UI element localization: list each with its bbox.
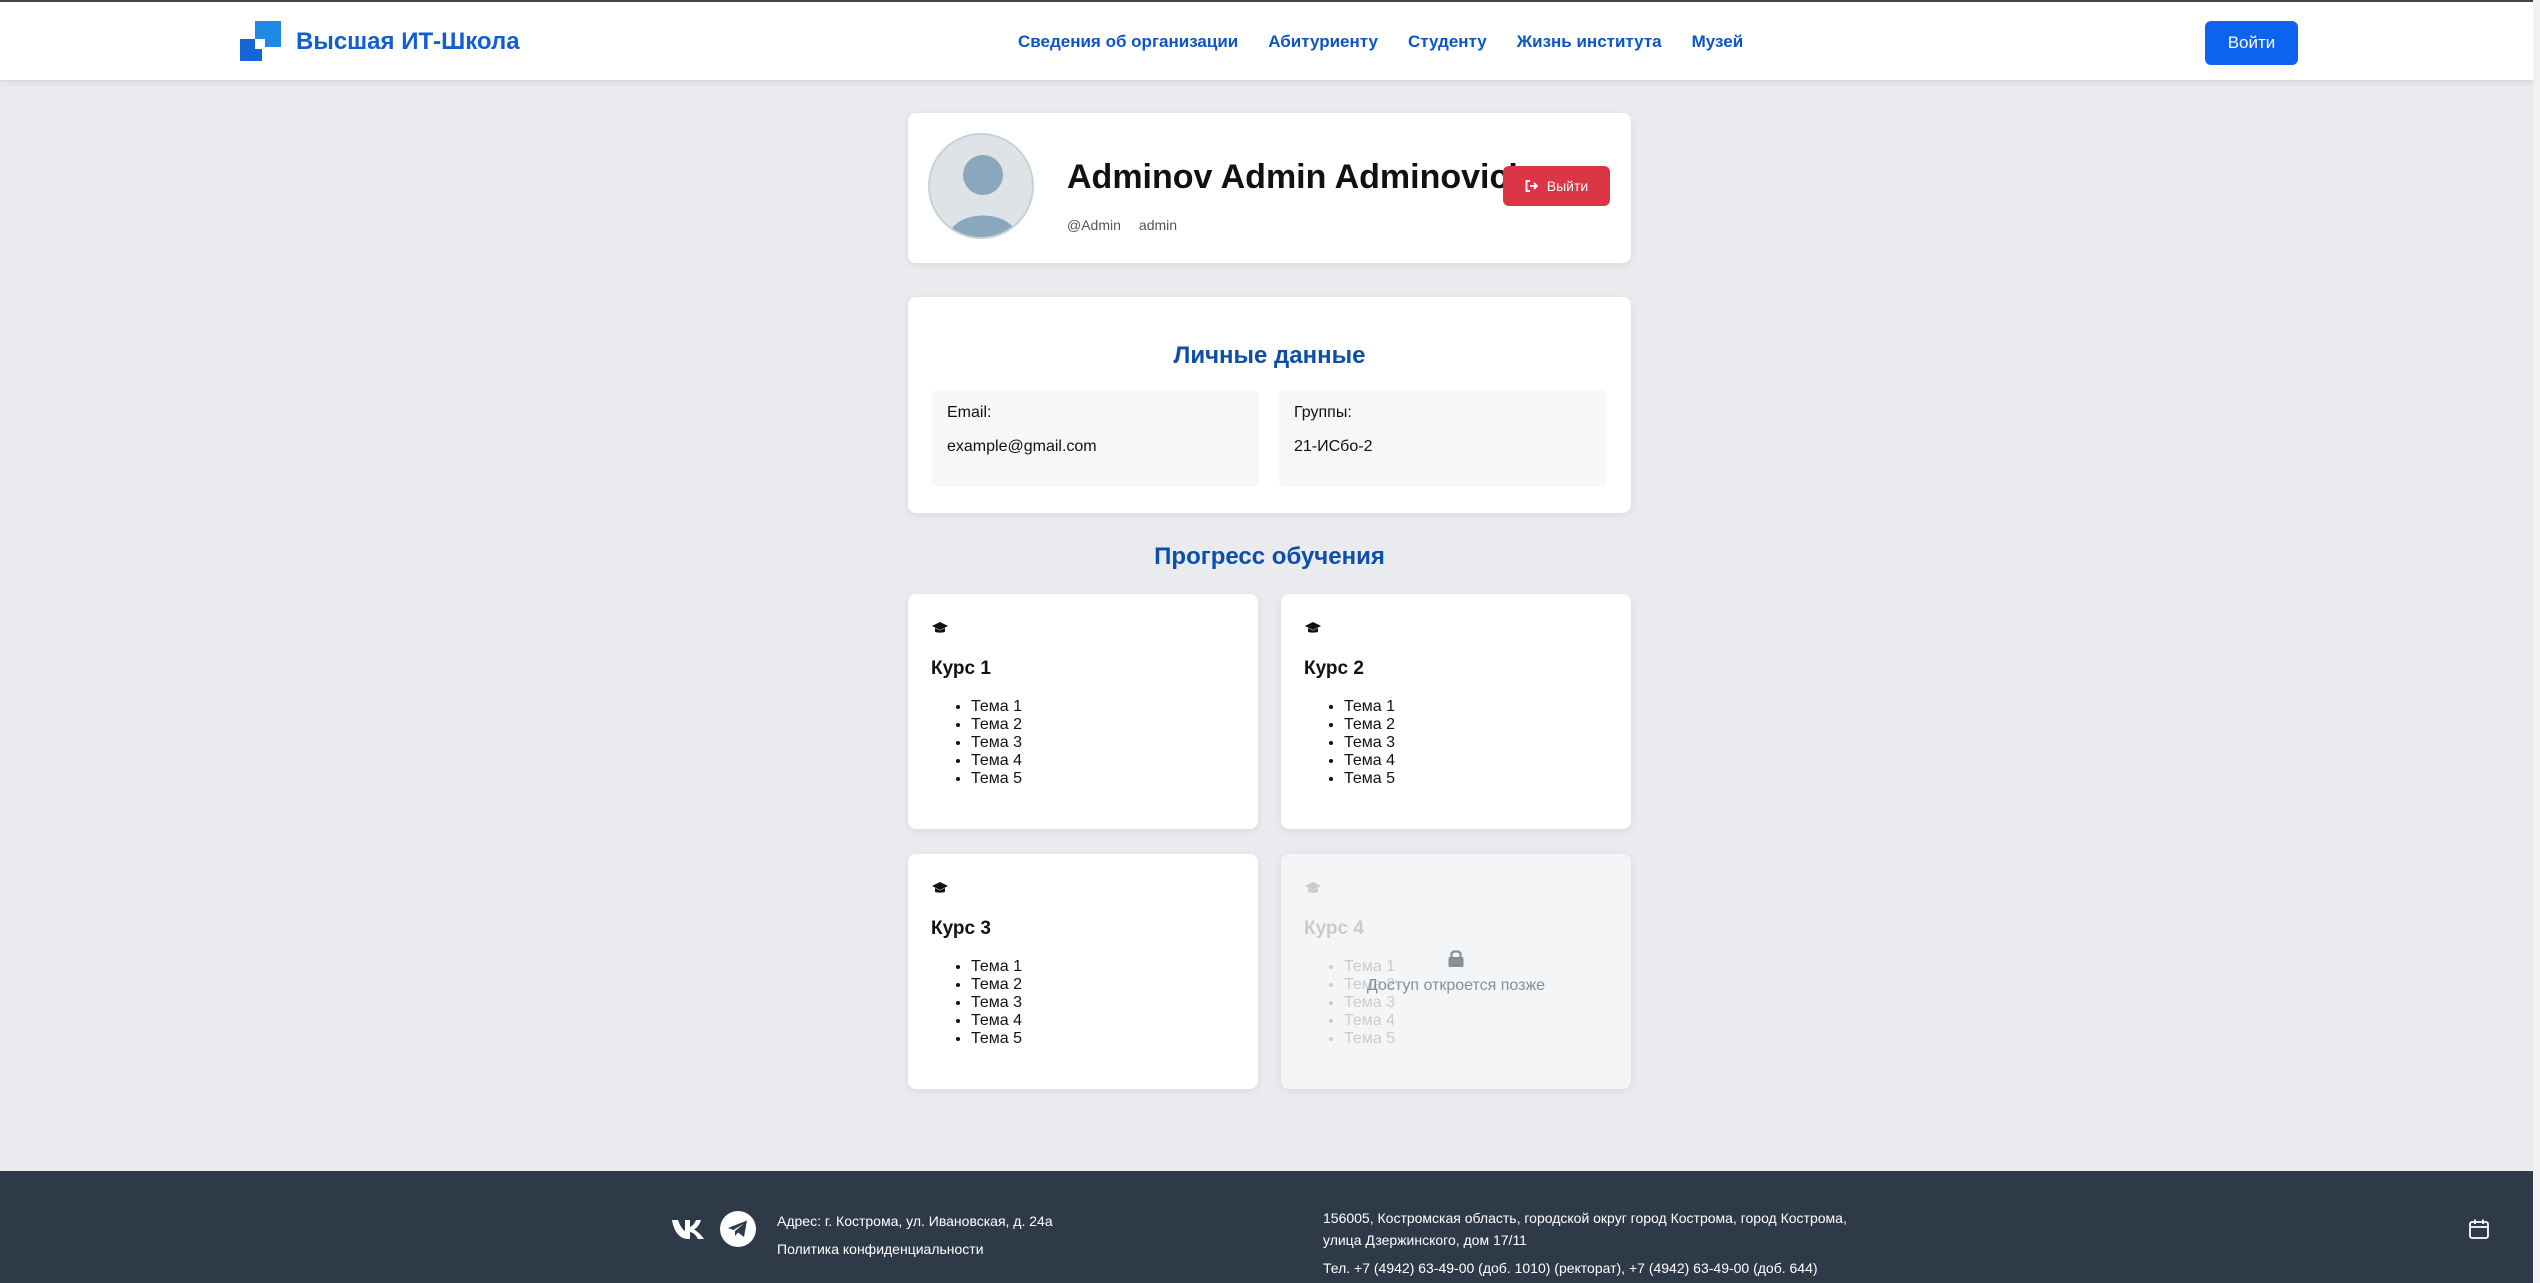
- topic-item[interactable]: Тема 1: [1344, 698, 1395, 716]
- locked-message: Доступ откроется позже: [1366, 977, 1546, 994]
- profile-name: Adminov Admin Adminovich: [1067, 158, 1530, 196]
- site-logo[interactable]: Высшая ИТ-Школа: [240, 21, 520, 63]
- nav-item-museum[interactable]: Музей: [1692, 32, 1744, 52]
- email-box: Email: example@gmail.com: [932, 390, 1259, 487]
- topic-item: Тема 4: [1344, 1012, 1395, 1030]
- topic-list: Тема 1 Тема 2 Тема 3 Тема 4 Тема 5: [1344, 698, 1395, 788]
- lock-overlay: Доступ откроется позже: [1281, 948, 1631, 995]
- topic-item[interactable]: Тема 3: [971, 994, 1022, 1012]
- profile-meta: @Admin admin: [1067, 217, 1177, 233]
- groups-box: Группы: 21-ИСбо-2: [1279, 390, 1606, 487]
- vk-icon[interactable]: [670, 1211, 706, 1247]
- course-card[interactable]: Курс 3 Тема 1 Тема 2 Тема 3 Тема 4 Тема …: [908, 854, 1258, 1089]
- course-title: Курс 2: [1304, 658, 1364, 679]
- topic-item[interactable]: Тема 1: [971, 698, 1022, 716]
- footer-address: Адрес: г. Кострома, ул. Ивановская, д. 2…: [777, 1213, 1053, 1229]
- graduation-cap-icon: [1305, 882, 1321, 893]
- user-silhouette-icon: [948, 155, 1018, 237]
- topic-item[interactable]: Тема 1: [971, 958, 1022, 976]
- logout-icon: [1525, 180, 1539, 192]
- topic-item[interactable]: Тема 4: [1344, 752, 1395, 770]
- site-header: Высшая ИТ-Школа Сведения об организации …: [0, 0, 2540, 81]
- nav-item-institute-life[interactable]: Жизнь института: [1517, 32, 1662, 52]
- groups-value: 21-ИСбо-2: [1294, 438, 1373, 455]
- login-button[interactable]: Войти: [2205, 21, 2298, 65]
- topic-item: Тема 5: [1344, 1030, 1395, 1048]
- profile-card: Adminov Admin Adminovich @Admin admin Вы…: [908, 113, 1631, 263]
- nav-item-applicant[interactable]: Абитуриенту: [1268, 32, 1378, 52]
- nav-item-organization[interactable]: Сведения об организации: [1018, 32, 1238, 52]
- topic-item[interactable]: Тема 3: [1344, 734, 1395, 752]
- topic-item[interactable]: Тема 5: [971, 770, 1022, 788]
- footer-phone: Тел. +7 (4942) 63-49-00 (доб. 1010) (рек…: [1323, 1260, 1818, 1276]
- site-footer: Адрес: г. Кострома, ул. Ивановская, д. 2…: [0, 1171, 2540, 1283]
- topic-item[interactable]: Тема 2: [1344, 716, 1395, 734]
- logo-text: Высшая ИТ-Школа: [296, 28, 520, 55]
- footer-legal-address: 156005, Костромская область, городской о…: [1323, 1210, 1847, 1248]
- calendar-icon: [2469, 1219, 2489, 1239]
- avatar: [928, 133, 1034, 239]
- calendar-button[interactable]: [2451, 1201, 2507, 1257]
- email-value: example@gmail.com: [947, 438, 1097, 455]
- main-nav: Сведения об организации Абитуриенту Студ…: [1018, 2, 1743, 82]
- course-card-locked: Курс 4 Тема 1 Тема 2 Тема 3 Тема 4 Тема …: [1281, 854, 1631, 1089]
- course-card[interactable]: Курс 1 Тема 1 Тема 2 Тема 3 Тема 4 Тема …: [908, 594, 1258, 829]
- page-scrollbar[interactable]: [2533, 0, 2540, 1283]
- profile-username: @Admin: [1067, 217, 1121, 233]
- topic-list: Тема 1 Тема 2 Тема 3 Тема 4 Тема 5: [971, 698, 1022, 788]
- lock-icon: [1448, 950, 1464, 967]
- groups-label: Группы:: [1294, 404, 1352, 421]
- telegram-icon[interactable]: [720, 1211, 756, 1247]
- course-title: Курс 4: [1304, 918, 1364, 939]
- logout-label: Выйти: [1546, 178, 1589, 194]
- course-title: Курс 1: [931, 658, 991, 679]
- profile-role: admin: [1138, 217, 1178, 233]
- personal-data-card: Личные данные Email: example@gmail.com Г…: [908, 297, 1631, 513]
- topic-item[interactable]: Тема 5: [971, 1030, 1022, 1048]
- graduation-cap-icon: [932, 882, 948, 893]
- topic-item[interactable]: Тема 4: [971, 752, 1022, 770]
- footer-legal: 156005, Костромская область, городской о…: [1323, 1207, 1883, 1279]
- topic-item[interactable]: Тема 5: [1344, 770, 1395, 788]
- graduation-cap-icon: [932, 622, 948, 633]
- personal-data-title: Личные данные: [1173, 342, 1366, 369]
- footer-contacts: Адрес: г. Кострома, ул. Ивановская, д. 2…: [777, 1207, 1053, 1263]
- topic-list: Тема 1 Тема 2 Тема 3 Тема 4 Тема 5: [971, 958, 1022, 1048]
- logo-icon: [240, 21, 282, 63]
- course-card[interactable]: Курс 2 Тема 1 Тема 2 Тема 3 Тема 4 Тема …: [1281, 594, 1631, 829]
- topic-item[interactable]: Тема 4: [971, 1012, 1022, 1030]
- topic-item[interactable]: Тема 2: [971, 716, 1022, 734]
- course-title: Курс 3: [931, 918, 991, 939]
- progress-title: Прогресс обучения: [1154, 543, 1385, 570]
- topic-item[interactable]: Тема 3: [971, 734, 1022, 752]
- privacy-link[interactable]: Политика конфиденциальности: [777, 1241, 984, 1257]
- graduation-cap-icon: [1305, 622, 1321, 633]
- email-label: Email:: [947, 404, 992, 421]
- social-links: [670, 1211, 756, 1247]
- topic-item[interactable]: Тема 2: [971, 976, 1022, 994]
- nav-item-student[interactable]: Студенту: [1408, 32, 1487, 52]
- logout-button[interactable]: Выйти: [1503, 166, 1610, 206]
- topic-item: Тема 3: [1344, 994, 1395, 1012]
